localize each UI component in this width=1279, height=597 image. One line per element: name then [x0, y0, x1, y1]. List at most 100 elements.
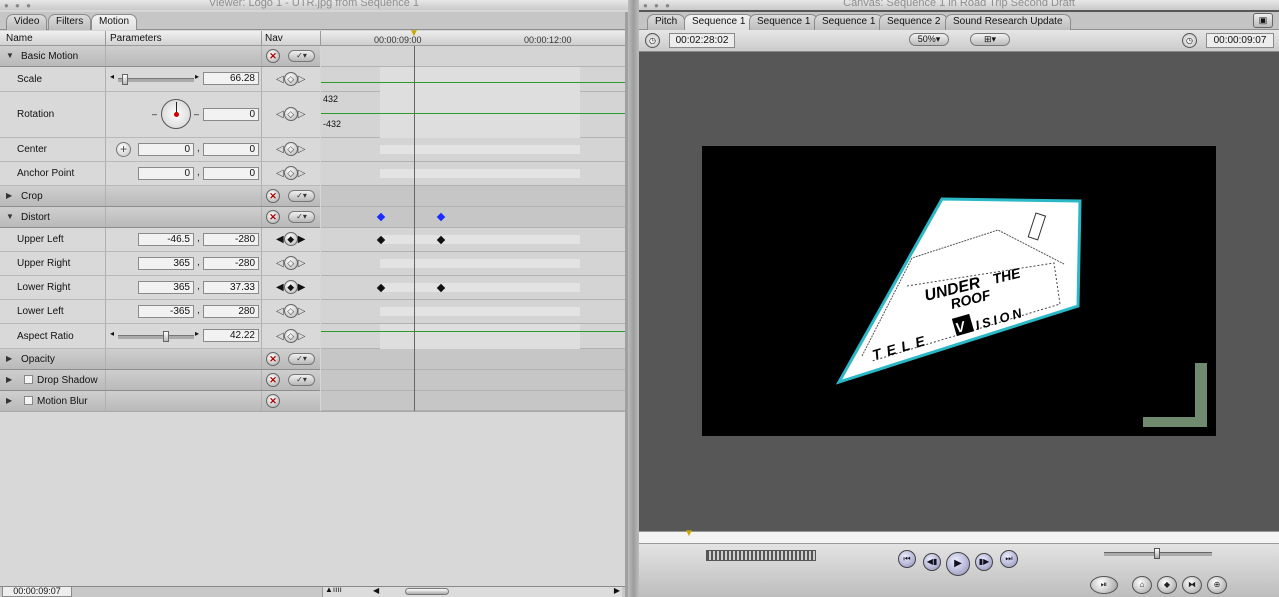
- playhead-marker-icon[interactable]: ▼: [409, 28, 419, 39]
- scroll-thumb[interactable]: [405, 588, 449, 595]
- zoom-popup[interactable]: 50%▾: [909, 33, 949, 46]
- tab-pitch[interactable]: Pitch: [647, 14, 686, 30]
- keyframe-menu-button[interactable]: ✓▾: [288, 50, 315, 62]
- add-keyframe-icon[interactable]: ◆: [283, 280, 298, 294]
- keyframe-nav[interactable]: ◀ ◆ ▶: [276, 232, 305, 246]
- reset-icon[interactable]: ✕: [266, 49, 280, 63]
- video-frame[interactable]: UNDER THE ROOF TELE V ISION: [702, 146, 1216, 436]
- tab-sequence-1-active[interactable]: Sequence 1: [684, 14, 754, 30]
- upper-right-x-field[interactable]: 365: [138, 257, 194, 270]
- canvas-scrubber-bar[interactable]: ▼: [639, 528, 1279, 544]
- play-icon[interactable]: ▶: [946, 552, 970, 576]
- keyframe-graph[interactable]: 432 -432: [321, 46, 625, 411]
- previous-frame-icon[interactable]: ◀▮: [923, 553, 941, 571]
- rotation-value-field[interactable]: 0: [203, 108, 259, 121]
- keyframe-menu-button[interactable]: ✓▾: [288, 353, 315, 365]
- slider-left-icon[interactable]: ◂: [110, 72, 114, 81]
- shuttle-control[interactable]: [706, 550, 816, 561]
- disclosure-closed-icon[interactable]: ▶: [6, 375, 12, 384]
- playhead-marker-icon[interactable]: ▼: [684, 528, 694, 539]
- keyframe-nav[interactable]: ◁ ◇ ▷: [276, 142, 305, 156]
- tab-filters[interactable]: Filters: [48, 14, 92, 30]
- keyframe-nav[interactable]: ◀ ◆ ▶: [276, 280, 305, 294]
- slider-thumb[interactable]: [122, 74, 128, 85]
- add-keyframe-icon[interactable]: ◇: [283, 142, 298, 156]
- enable-checkbox[interactable]: [24, 375, 33, 384]
- keyframe-menu-button[interactable]: ✓▾: [288, 190, 315, 202]
- rotation-curve[interactable]: [321, 113, 625, 114]
- tab-motion[interactable]: Motion: [91, 14, 138, 30]
- upper-left-y-field[interactable]: -280: [203, 233, 259, 246]
- tab-sequence-1[interactable]: Sequence 1: [814, 14, 884, 30]
- add-keyframe-icon[interactable]: ◇: [283, 329, 298, 343]
- rotation-dial[interactable]: [161, 99, 191, 129]
- add-keyframe-icon[interactable]: ◇: [283, 256, 298, 270]
- zoom-slider-icon[interactable]: ▲ıııı: [325, 585, 342, 594]
- upper-right-y-field[interactable]: -280: [203, 257, 259, 270]
- mark-in-icon[interactable]: ⌂: [1132, 576, 1152, 594]
- jog-control[interactable]: [1104, 548, 1212, 559]
- keyframe-menu-button[interactable]: ✓▾: [288, 374, 315, 386]
- anchor-y-field[interactable]: 0: [203, 167, 259, 180]
- slider-right-icon[interactable]: ▸: [195, 329, 199, 338]
- scroll-left-icon[interactable]: ◀: [373, 586, 379, 595]
- reset-icon[interactable]: ✕: [266, 373, 280, 387]
- lower-right-x-field[interactable]: 365: [138, 281, 194, 294]
- keyframe-nav[interactable]: ◁ ◇ ▷: [276, 304, 305, 318]
- keyframe-menu-button[interactable]: ✓▾: [288, 211, 315, 223]
- add-keyframe-icon[interactable]: ◆: [283, 232, 298, 246]
- add-keyframe-icon[interactable]: ◇: [283, 107, 298, 121]
- scale-curve[interactable]: [321, 82, 625, 83]
- keyframe-marker[interactable]: [436, 212, 446, 222]
- slider-left-icon[interactable]: ◂: [110, 329, 114, 338]
- window-divider[interactable]: [628, 0, 639, 597]
- timeline-ruler[interactable]: 00:00:09:00 00:00:12:00 ▼: [321, 28, 625, 46]
- jog-thumb[interactable]: [1154, 548, 1160, 559]
- keyframe-nav[interactable]: ◁ ◇ ▷: [276, 166, 305, 180]
- current-timecode-field[interactable]: 00:00:09:07: [2, 586, 72, 597]
- tab-video[interactable]: Video: [6, 14, 48, 30]
- tab-sequence-1[interactable]: Sequence 1: [749, 14, 819, 30]
- disclosure-open-icon[interactable]: ▼: [6, 51, 14, 60]
- next-frame-icon[interactable]: ▮▶: [975, 553, 993, 571]
- add-keyframe-icon[interactable]: ◇: [283, 304, 298, 318]
- keyframe-nav[interactable]: ◁ ◇ ▷: [276, 329, 305, 343]
- tab-sound-research-update[interactable]: Sound Research Update: [945, 14, 1071, 30]
- horizontal-scrollbar[interactable]: ▲ıııı ◀ ▶: [322, 585, 622, 597]
- current-timecode-field[interactable]: 00:00:09:07: [1206, 33, 1274, 48]
- keyframe-nav[interactable]: ◁ ◇ ▷: [276, 107, 305, 121]
- slider-thumb[interactable]: [163, 331, 169, 342]
- center-x-field[interactable]: 0: [138, 143, 194, 156]
- group-distort[interactable]: ▼ Distort ✕ ✓▾: [0, 207, 320, 228]
- reset-icon[interactable]: ✕: [266, 210, 280, 224]
- tab-sequence-2[interactable]: Sequence 2: [879, 14, 949, 30]
- crosshair-icon[interactable]: +: [116, 142, 131, 157]
- film-icon[interactable]: ▣: [1253, 13, 1273, 28]
- keyframe-nav[interactable]: ◁ ◇ ▷: [276, 256, 305, 270]
- scale-slider[interactable]: [118, 74, 194, 85]
- group-crop[interactable]: ▶ Crop ✕ ✓▾: [0, 186, 320, 207]
- match-frame-icon[interactable]: ⏯: [1090, 576, 1118, 594]
- center-y-field[interactable]: 0: [203, 143, 259, 156]
- group-basic-motion[interactable]: ▼ Basic Motion ✕ ✓▾: [0, 46, 320, 67]
- reset-icon[interactable]: ✕: [266, 352, 280, 366]
- group-opacity[interactable]: ▶ Opacity ✕ ✓▾: [0, 349, 320, 370]
- add-marker-icon[interactable]: ◆: [1157, 576, 1177, 594]
- group-motion-blur[interactable]: ▶ Motion Blur ✕: [0, 391, 320, 412]
- slider-right-icon[interactable]: ▸: [195, 72, 199, 81]
- add-keyframe-icon[interactable]: ⊕: [1207, 576, 1227, 594]
- aspect-value-field[interactable]: 42.22: [203, 329, 259, 342]
- keyframe-nav[interactable]: ◁ ◇ ▷: [276, 72, 305, 86]
- reset-icon[interactable]: ✕: [266, 189, 280, 203]
- scale-value-field[interactable]: 66.28: [203, 72, 259, 85]
- lower-right-y-field[interactable]: 37.33: [203, 281, 259, 294]
- keyframe-marker[interactable]: [376, 212, 386, 222]
- lower-left-y-field[interactable]: 280: [203, 305, 259, 318]
- disclosure-closed-icon[interactable]: ▶: [6, 191, 12, 200]
- add-keyframe-icon[interactable]: ◇: [283, 72, 298, 86]
- lower-left-x-field[interactable]: -365: [138, 305, 194, 318]
- enable-checkbox[interactable]: [24, 396, 33, 405]
- disclosure-closed-icon[interactable]: ▶: [6, 396, 12, 405]
- upper-left-x-field[interactable]: -46.5: [138, 233, 194, 246]
- view-popup[interactable]: ⊞▾: [970, 33, 1010, 46]
